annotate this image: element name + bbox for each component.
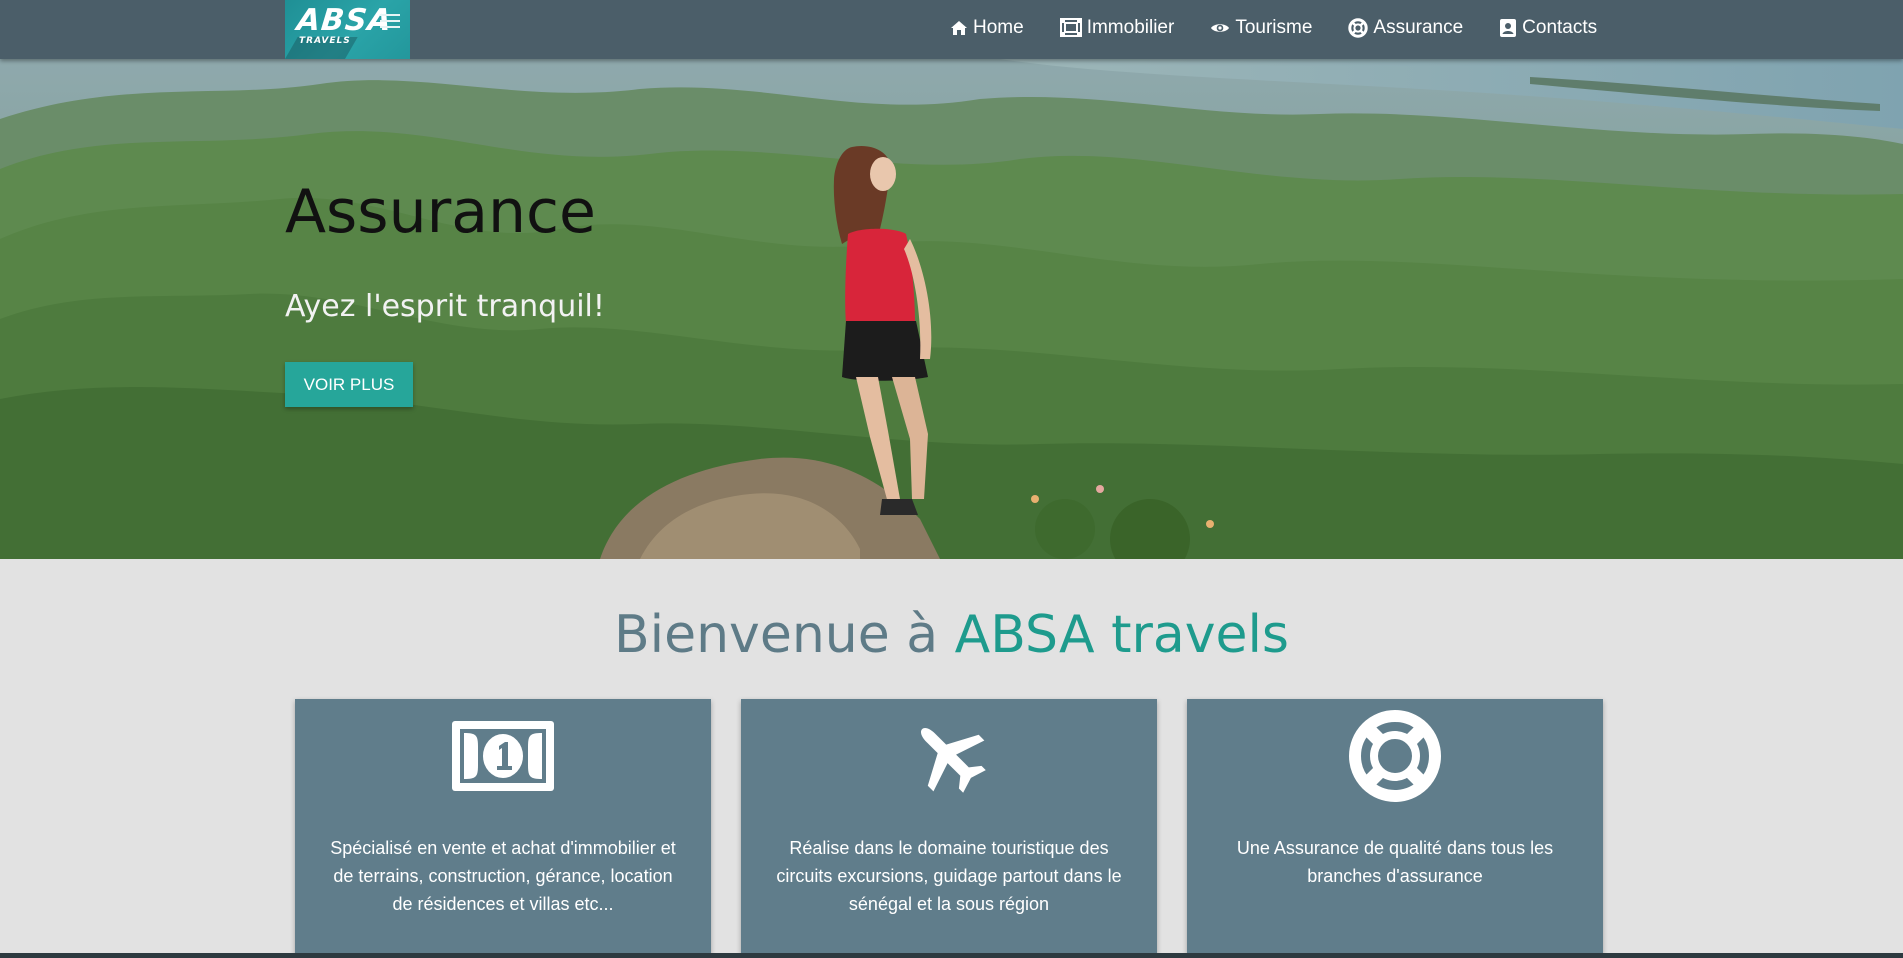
hero-title: Assurance	[285, 177, 596, 247]
airplane-icon	[921, 728, 986, 793]
nav-item-label: Assurance	[1373, 16, 1464, 38]
nav-item-assurance[interactable]: Assurance	[1348, 17, 1463, 39]
logo-lines-icon	[380, 14, 400, 32]
nav-item-tourisme[interactable]: Tourisme	[1210, 17, 1312, 39]
hero-subtitle: Ayez l'esprit tranquil!	[285, 289, 605, 324]
bottom-strip	[0, 953, 1903, 958]
logo-wordmark: ABSA	[295, 3, 394, 38]
nav-item-home[interactable]: Home	[950, 17, 1024, 39]
lifebuoy-icon	[1349, 710, 1441, 802]
logo-subtitle: TRAVELS	[299, 36, 351, 46]
brand-logo[interactable]: ABSA TRAVELS	[285, 0, 410, 59]
voir-plus-button[interactable]: VOIR PLUS	[285, 362, 413, 407]
service-card-text: Spécialisé en vente et achat d'immobilie…	[330, 838, 676, 914]
welcome-brand-text: ABSA travels	[954, 605, 1289, 665]
service-card-assurance: Une Assurance de qualité dans tous les b…	[1187, 699, 1603, 958]
nav-item-immobilier[interactable]: Immobilier	[1059, 16, 1175, 39]
main-nav: Home Immobilier Tourisme Assurance Conta…	[950, 0, 1597, 55]
service-card-immobilier: Spécialisé en vente et achat d'immobilie…	[295, 699, 711, 958]
lifebuoy-icon	[1348, 17, 1369, 38]
home-icon	[951, 20, 967, 35]
building-icon	[1059, 18, 1082, 37]
navbar: ABSA TRAVELS Home Immobilier Tourisme As…	[0, 0, 1903, 59]
nav-item-label: Contacts	[1522, 16, 1598, 38]
banknote-icon	[452, 721, 554, 791]
welcome-heading: Bienvenue à ABSA travels	[0, 605, 1903, 665]
service-card-text: Une Assurance de qualité dans tous les b…	[1236, 838, 1554, 886]
nav-item-label: Immobilier	[1086, 16, 1175, 38]
hero-banner: Assurance Ayez l'esprit tranquil! VOIR P…	[0, 59, 1903, 559]
nav-item-label: Tourisme	[1235, 16, 1313, 38]
welcome-text: Bienvenue à	[613, 605, 955, 665]
nav-item-label: Home	[973, 16, 1024, 38]
nav-item-contacts[interactable]: Contacts	[1499, 17, 1597, 39]
page: ABSA TRAVELS Home Immobilier Tourisme As…	[0, 0, 1903, 958]
service-card-text: Réalise dans le domaine touristique des …	[776, 838, 1122, 914]
service-card-tourisme: Réalise dans le domaine touristique des …	[741, 699, 1157, 958]
contact-card-icon	[1500, 18, 1517, 37]
eye-icon	[1211, 23, 1230, 32]
